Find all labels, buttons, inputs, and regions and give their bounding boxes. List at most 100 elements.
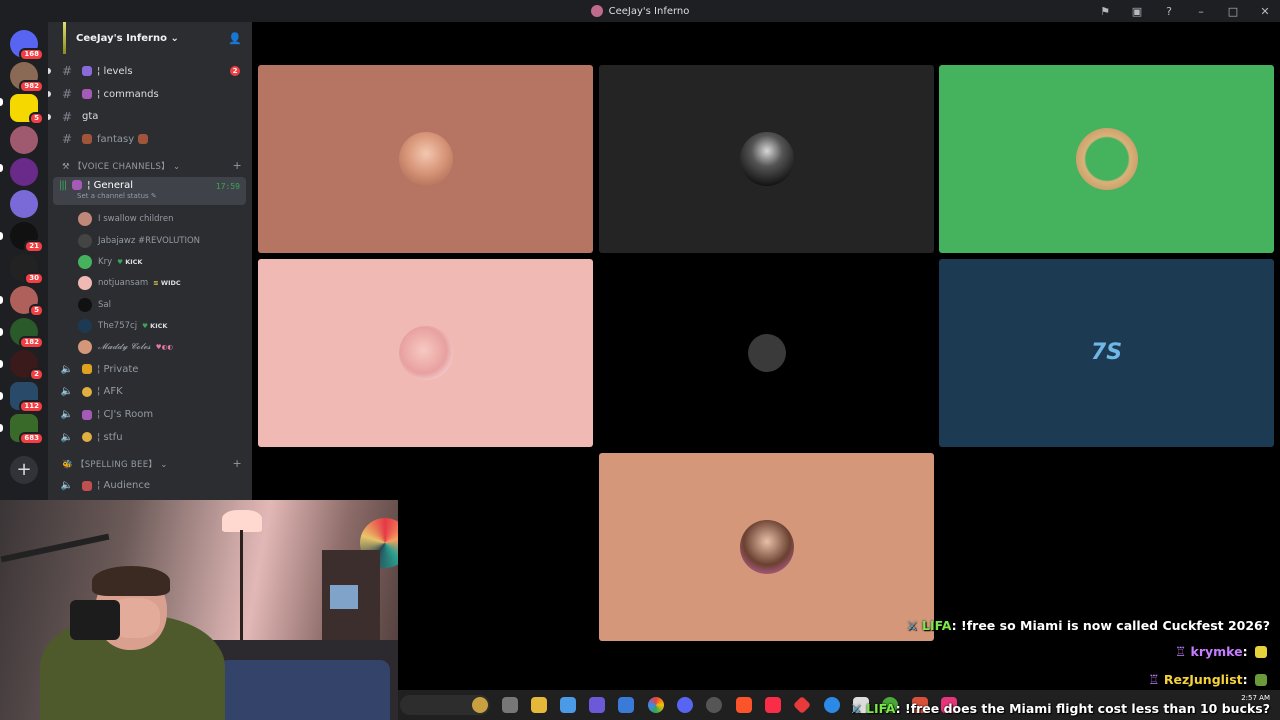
create-channel-icon[interactable]: + bbox=[232, 457, 242, 470]
voice-channel-cjs-room[interactable]: 🔈 ¦ CJ's Room bbox=[48, 403, 252, 426]
member-name: Sal bbox=[98, 299, 111, 310]
server-icon[interactable]: 5 bbox=[10, 286, 44, 317]
channel-gta[interactable]: # gta bbox=[48, 105, 252, 128]
voice-channel-afk[interactable]: 🔈 ¦ AFK bbox=[48, 381, 252, 404]
riot-icon[interactable] bbox=[792, 695, 812, 715]
edge-icon[interactable] bbox=[824, 697, 840, 713]
avatar bbox=[78, 318, 92, 333]
participant-tile[interactable] bbox=[939, 65, 1274, 253]
teams-icon[interactable] bbox=[589, 697, 605, 713]
discord-logo-icon bbox=[1075, 128, 1138, 190]
chat-message: ⚔ LIFA: !free does the Miami flight cost… bbox=[850, 701, 1270, 716]
brave-icon[interactable] bbox=[736, 697, 752, 713]
streamer-hair-shape bbox=[92, 566, 170, 596]
guild-header[interactable]: CeeJay's Inferno ⌄ 👤 bbox=[48, 22, 252, 54]
server-badge: 982 bbox=[19, 80, 44, 93]
voice-channel-private[interactable]: 🔈 ¦ Private bbox=[48, 358, 252, 381]
maximize-icon[interactable]: □ bbox=[1226, 5, 1240, 18]
music-icon[interactable] bbox=[765, 697, 781, 713]
chat-username: krymke bbox=[1190, 644, 1243, 659]
close-icon[interactable]: ✕ bbox=[1258, 5, 1272, 18]
sub-badge-icon: ♖ bbox=[1174, 644, 1187, 659]
chevron-down-icon: ⌄ bbox=[170, 32, 179, 44]
server-icon[interactable] bbox=[10, 190, 38, 218]
help-icon[interactable]: ? bbox=[1162, 5, 1176, 18]
server-badge: 683 bbox=[19, 432, 44, 445]
participant-avatar bbox=[739, 520, 794, 574]
unread-indicator bbox=[0, 392, 3, 400]
category-spelling-bee[interactable]: 🐝 【SPELLING BEE】 ⌄ + bbox=[48, 453, 252, 475]
voice-member[interactable]: 𝓜𝓪𝓭𝓭𝔂 𝓒𝓸𝓵𝓮𝓼 ♥◐◐ bbox=[48, 337, 252, 358]
guild-banner-strip bbox=[63, 22, 66, 54]
channel-status[interactable]: Set a channel status ✎ bbox=[53, 192, 246, 200]
voice-member[interactable]: Kry ♥ KICK bbox=[48, 251, 252, 272]
hash-icon: # bbox=[61, 109, 73, 124]
voice-channel-audience[interactable]: 🔈 ¦ Audience bbox=[48, 475, 252, 498]
voice-channel-general[interactable]: ||| ¦ General 17:59 Set a channel status… bbox=[53, 176, 246, 205]
server-folder-icon[interactable]: 112 bbox=[10, 382, 44, 413]
participant-tile[interactable] bbox=[599, 65, 934, 253]
server-icon[interactable]: 5 bbox=[10, 94, 44, 125]
participant-tile[interactable]: 7S bbox=[939, 259, 1274, 447]
file-explorer-icon[interactable] bbox=[531, 697, 547, 713]
channel-fantasy[interactable]: # fantasy bbox=[48, 128, 252, 151]
channel-emoji-icon bbox=[72, 180, 83, 191]
voice-member[interactable]: Jabajawz #REVOLUTION bbox=[48, 230, 252, 251]
mention-badge: 2 bbox=[230, 66, 240, 77]
speaker-icon: 🔈 bbox=[60, 409, 74, 421]
add-server-icon[interactable]: + bbox=[10, 456, 38, 484]
speaker-icon: 🔈 bbox=[60, 431, 74, 443]
unread-indicator bbox=[0, 164, 3, 172]
server-badge: 30 bbox=[24, 272, 44, 285]
sleep-emoji-icon bbox=[82, 386, 92, 397]
server-icon[interactable]: 2 bbox=[10, 350, 44, 381]
category-voice-channels[interactable]: ⚒ 【VOICE CHANNELS】 ⌄ + bbox=[48, 155, 252, 177]
participant-tile[interactable] bbox=[599, 259, 934, 447]
participant-tile[interactable] bbox=[599, 453, 934, 641]
voice-member[interactable]: Sal bbox=[48, 294, 252, 315]
chrome-icon[interactable] bbox=[648, 697, 664, 713]
heart-icon: ♥ bbox=[117, 257, 123, 266]
channel-emoji-icon bbox=[82, 480, 92, 491]
copilot-icon[interactable] bbox=[560, 697, 576, 713]
server-icon[interactable]: 21 bbox=[10, 222, 44, 253]
voice-member[interactable]: notjuansam ≋ WIDC bbox=[48, 273, 252, 294]
server-icon[interactable]: 182 bbox=[10, 318, 44, 349]
server-icon[interactable] bbox=[10, 158, 38, 186]
server-folder-icon[interactable]: 683 bbox=[10, 414, 44, 445]
unread-indicator bbox=[48, 68, 51, 75]
store-icon[interactable] bbox=[618, 697, 634, 713]
chat-message: ⚔ LIFA: !free so Miami is now called Cuc… bbox=[906, 618, 1270, 633]
channel-commands[interactable]: # ¦ commands bbox=[48, 83, 252, 106]
server-logo-icon bbox=[590, 5, 603, 17]
member-name: Jabajawz #REVOLUTION bbox=[98, 235, 201, 246]
task-view-icon[interactable] bbox=[502, 697, 518, 713]
channel-levels[interactable]: # ¦ levels 2 bbox=[48, 60, 252, 83]
channel-label: fantasy bbox=[97, 133, 135, 145]
widget-icon[interactable] bbox=[472, 697, 488, 713]
screen-icon[interactable]: ▣ bbox=[1130, 5, 1144, 18]
avatar bbox=[78, 297, 92, 312]
server-badge: 5 bbox=[29, 112, 44, 125]
discord-icon[interactable] bbox=[677, 697, 693, 713]
participant-tile[interactable] bbox=[258, 65, 593, 253]
server-icon[interactable] bbox=[10, 126, 38, 154]
avatar bbox=[78, 254, 92, 269]
server-icon[interactable]: 982 bbox=[10, 62, 44, 93]
server-icon[interactable]: 30 bbox=[10, 254, 44, 285]
flag-icon[interactable]: ⚑ bbox=[1098, 5, 1112, 18]
home-icon[interactable]: 168 bbox=[10, 30, 44, 61]
participant-tile[interactable] bbox=[258, 259, 593, 447]
voice-member[interactable]: I swallow children bbox=[48, 209, 252, 230]
football-emoji-icon bbox=[82, 134, 92, 145]
unread-indicator bbox=[0, 424, 3, 432]
minimize-icon[interactable]: – bbox=[1194, 5, 1208, 18]
minion-emote-icon bbox=[1255, 646, 1267, 658]
voice-channel-stfu[interactable]: 🔈 ¦ stfu bbox=[48, 426, 252, 449]
steam-icon[interactable] bbox=[706, 697, 722, 713]
sub-badge-icon: ♖ bbox=[1148, 672, 1160, 687]
invite-people-icon[interactable]: 👤 bbox=[228, 32, 242, 45]
server-badge: 2 bbox=[29, 368, 44, 381]
voice-member[interactable]: The757cj ♥ KICK bbox=[48, 315, 252, 336]
create-channel-icon[interactable]: + bbox=[232, 159, 242, 172]
